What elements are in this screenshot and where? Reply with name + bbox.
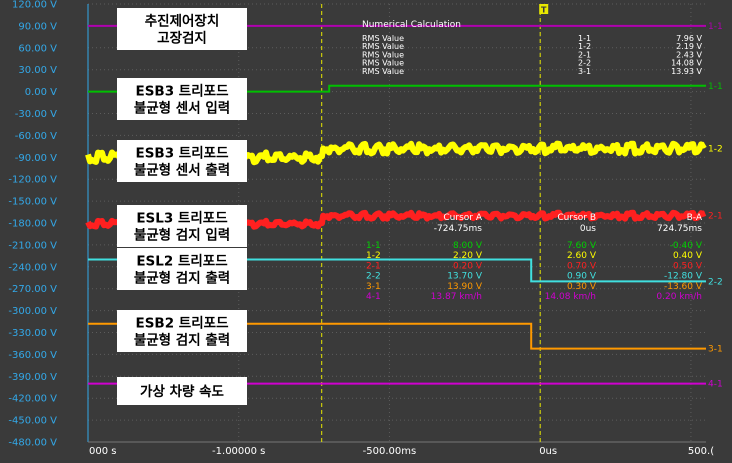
annotation-line: ESL3 트리포드 [136,211,228,227]
cursor-table-value-diff: -13.60 V [664,282,703,292]
series-end-label: 1-2 [708,145,723,155]
annotation-line: 고장검지 [157,30,207,47]
annotation-line: ESB3 트리포드 [135,146,229,162]
y-tick-label: -120.00 V [8,175,57,186]
cursor-table-value-b: 14.08 km/h [545,292,596,302]
waveform-chart: 120.00 V 90.00 V 60.00 V 30.00 V 0.00 V -30.0… [8,0,723,457]
cursor-table-channel: 4-1 [366,292,381,302]
y-tick-label: -90.00 V [15,153,57,164]
calc-row-channel: 3-1 [578,67,591,76]
cursor-table-time: 724.75ms [657,224,702,234]
annotation-line: ESL2 트리포드 [136,254,228,270]
y-tick-label: 30.00 V [18,65,57,76]
cursor-table-value-b: 7.60 V [567,241,597,251]
cursor-table-value-b: 0.70 V [567,261,597,271]
x-axis-ticks: 000 s -1.00000 s -500.00ms 0us 500.( [89,446,714,457]
y-tick-label: 60.00 V [18,43,57,54]
trigger-marker-label: T [541,6,547,15]
annotation-5: ESL2 트리포드불균형 검지 출력 [117,248,247,290]
cursor-table-value-diff: 0.40 V [673,251,703,261]
annotation-line: 추진제어장치 [145,13,220,30]
calc-row-label: RMS Value [362,67,404,76]
y-tick-label: -270.00 V [8,284,57,295]
y-tick-label: -180.00 V [8,219,57,230]
x-tick-label: 500.( [688,446,714,457]
series-end-label: 2-2 [708,277,723,287]
cursor-table-value-a: 8.00 V [453,241,483,251]
cursor-table-header: Cursor B [557,213,596,223]
series-end-label: 4-1 [708,380,723,390]
y-tick-label: 120.00 V [12,0,57,11]
y-axis-ticks: 120.00 V 90.00 V 60.00 V 30.00 V 0.00 V -30.0… [8,0,57,449]
cursor-table-channel: 3-1 [366,282,381,292]
x-tick-label: 0us [539,446,557,457]
annotation-1: 추진제어장치고장검지 [117,8,247,50]
cursor-table-header: Cursor A [443,213,482,223]
y-tick-label: -420.00 V [8,394,57,405]
cursor-table-channel: 2-1 [366,261,381,271]
oscilloscope-screen: 120.00 V 90.00 V 60.00 V 30.00 V 0.00 V -30.0… [0,0,732,458]
annotation-line: ESB2 트리포드 [135,316,229,332]
y-tick-label: -480.00 V [8,438,57,449]
annotation-line: ESB3 트리포드 [135,84,229,100]
annotation-line: 불균형 센서 입력 [134,100,230,117]
calc-title: Numerical Calculation [362,20,461,30]
cursor-table-channel: 1-2 [366,251,381,261]
y-tick-label: -360.00 V [8,350,57,361]
annotation-2: ESB3 트리포드불균형 센서 입력 [117,78,247,120]
y-tick-label: 90.00 V [18,21,57,32]
cursor-table-value-a: 13.70 V [447,272,483,282]
annotation-line: 불균형 검지 출력 [134,332,230,349]
y-tick-label: -390.00 V [8,372,57,383]
series-end-label: 2-1 [708,212,723,222]
cursor-table-value-b: 0.30 V [567,282,597,292]
cursor-table-header: B-A [687,213,703,223]
y-tick-label: -240.00 V [8,262,57,273]
cursor-table-value-diff: -12.80 V [664,272,703,282]
annotation-line: 불균형 검지 입력 [134,227,230,244]
x-tick-label: 000 s [89,446,116,457]
annotation-line: 불균형 센서 출력 [134,162,230,179]
annotation-6: ESB2 트리포드불균형 검지 출력 [117,310,247,352]
cursor-table-value-a: 13.90 V [447,282,483,292]
y-tick-label: -30.00 V [15,109,57,120]
cursor-table-value-a: 13.87 km/h [431,292,482,302]
y-tick-label: -60.00 V [15,131,57,142]
y-tick-label: -330.00 V [8,328,57,339]
x-tick-label: -1.00000 s [212,446,265,457]
series-end-label: 1-1 [708,82,723,92]
cursor-table-time: 0us [580,224,596,234]
x-tick-label: -500.00ms [363,446,417,457]
cursor-table-channel: 2-2 [366,272,381,282]
cursor-table-value-diff: 0.20 km/h [656,292,702,302]
cursor-table-value-b: 2.60 V [567,251,597,261]
y-tick-label: -210.00 V [8,240,57,251]
y-tick-label: -450.00 V [8,416,57,427]
annotation-line: 불균형 검지 출력 [134,270,230,287]
cursor-table-channel: 1-1 [366,241,381,251]
y-tick-label: -150.00 V [8,197,57,208]
annotation-4: ESL3 트리포드불균형 검지 입력 [117,205,247,247]
y-tick-label: -300.00 V [8,306,57,317]
annotation-3: ESB3 트리포드불균형 센서 출력 [117,140,247,182]
annotation-line: 가상 차량 속도 [140,384,224,400]
y-tick-label: 0.00 V [25,87,57,98]
cursor-table-time: -724.75ms [434,224,483,234]
annotation-7: 가상 차량 속도 [117,377,247,405]
series-end-label: 1-1 [708,22,723,32]
cursor-table-value-diff: -0.40 V [670,241,703,251]
cursor-table-value-diff: 0.50 V [673,261,703,271]
calc-row-value: 13.93 V [671,67,702,76]
series-end-labels: 1-1 1-1 1-2 2-1 2-2 3-1 4-1 [708,22,723,390]
cursor-table-value-a: 2.20 V [453,251,483,261]
cursor-table-value-a: 0.20 V [453,261,483,271]
cursor-table-value-b: 0.90 V [567,272,597,282]
series-end-label: 3-1 [708,345,723,355]
